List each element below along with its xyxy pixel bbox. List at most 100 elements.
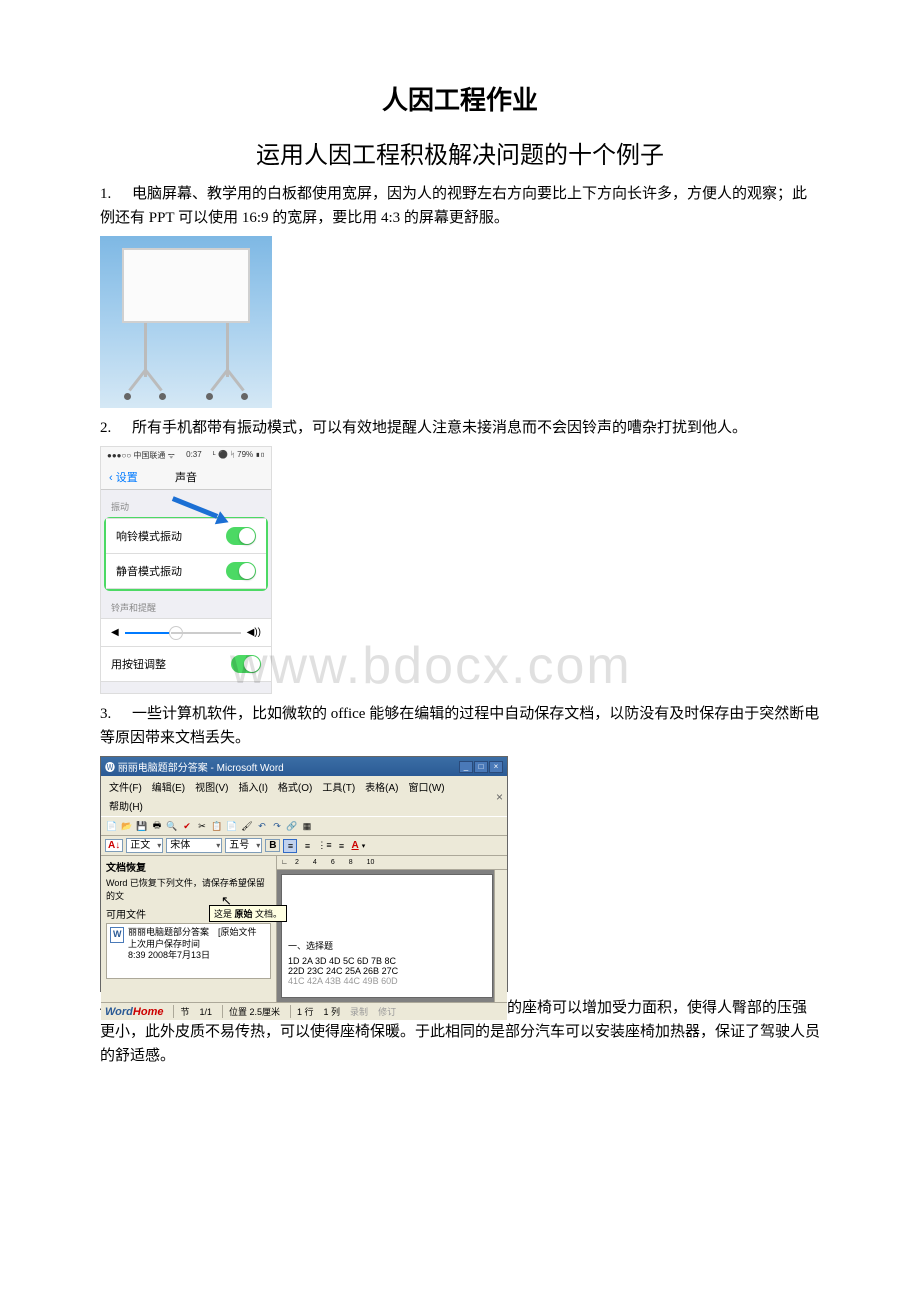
- ios-row-button-adjust[interactable]: 用按钮调整: [101, 646, 271, 682]
- word-standard-toolbar: 📄 📂 💾 🖶 🔍 ✔ ✂ 📋 📄 🖌 ↶ ↷ 🔗 ▦: [101, 816, 507, 836]
- copy-icon[interactable]: 📋: [210, 819, 224, 833]
- ios-row-silent-vibrate[interactable]: 静音模式振动: [106, 553, 266, 589]
- item-number-2: 2.: [100, 416, 132, 440]
- print-icon[interactable]: 🖶: [150, 819, 164, 833]
- ios-page-title: 声音: [101, 469, 271, 485]
- ios-label-silent: 静音模式振动: [116, 563, 182, 579]
- word-title-bar: 🅦 丽丽电脑题部分答案 - Microsoft Word _ □ ×: [101, 757, 507, 776]
- menu-edit[interactable]: 编辑(E): [148, 778, 189, 795]
- open-icon[interactable]: 📂: [120, 819, 134, 833]
- item-number-3: 3.: [100, 702, 132, 726]
- watermark-text: www.bdocx.com: [230, 636, 632, 696]
- recovery-file-saved-label: 上次用户保存时间: [128, 939, 257, 951]
- bold-button[interactable]: B: [265, 839, 280, 852]
- redo-icon[interactable]: ↷: [270, 819, 284, 833]
- toggle-icon[interactable]: [231, 655, 261, 673]
- ios-time: 0:37: [186, 450, 202, 461]
- menu-help[interactable]: 帮助(H): [105, 797, 503, 814]
- preview-icon[interactable]: 🔍: [165, 819, 179, 833]
- status-revision: 修订: [378, 1005, 396, 1018]
- toggle-icon[interactable]: [226, 527, 256, 545]
- ios-volume-slider-row[interactable]: ◀ ◀)): [101, 618, 271, 647]
- undo-icon[interactable]: ↶: [255, 819, 269, 833]
- font-dropdown[interactable]: 宋体: [166, 838, 222, 853]
- new-icon[interactable]: 📄: [105, 819, 119, 833]
- status-position: 位置 2.5厘米: [222, 1005, 280, 1018]
- word-document-page[interactable]: 一、选择题 1D 2A 3D 4D 5C 6D 7B 8C 22D 23C 24…: [281, 874, 493, 998]
- style-dropdown[interactable]: 正文: [126, 838, 163, 853]
- ios-label-ring: 响铃模式振动: [116, 528, 182, 544]
- paragraph-1: 1.电脑屏幕、教学用的白板都使用宽屏，因为人的视野左右方向要比上下方向长许多，方…: [100, 182, 820, 230]
- word-menu-bar: 文件(F) 编辑(E) 视图(V) 插入(I) 格式(O) 工具(T) 表格(A…: [101, 776, 507, 816]
- status-record: 录制: [350, 1005, 368, 1018]
- ios-label-buttons: 用按钮调整: [111, 656, 166, 672]
- item-text-1: 电脑屏幕、教学用的白板都使用宽屏，因为人的视野左右方向要比上下方向长许多，方便人…: [100, 186, 807, 226]
- list-bullet-icon[interactable]: ⋮≡: [317, 839, 331, 853]
- list-number-icon[interactable]: ≡: [334, 839, 348, 853]
- word-app-icon: 🅦: [105, 763, 115, 774]
- ios-battery: ᴸ ⚫ ᛋ 79% ▮▯: [213, 450, 265, 461]
- ios-section-ringtone: 铃声和提醒: [101, 591, 271, 618]
- table-icon[interactable]: ▦: [300, 819, 314, 833]
- item-text-3: 一些计算机软件，比如微软的 office 能够在编辑的过程中自动保存文档，以防没…: [100, 706, 819, 746]
- word-formatting-toolbar: A↓ 正文 宋体 五号 B ≡ ≡ ⋮≡ ≡ A▾: [101, 836, 507, 856]
- recovery-file-name: 丽丽电脑题部分答案 [原始文件: [128, 927, 257, 939]
- font-color-icon[interactable]: A: [351, 840, 358, 851]
- recovery-file-item[interactable]: 丽丽电脑题部分答案 [原始文件 上次用户保存时间 8:39 2008年7月13日: [106, 923, 271, 979]
- align-center-icon[interactable]: ≡: [300, 839, 314, 853]
- maximize-button[interactable]: □: [474, 761, 488, 773]
- recovery-pane-desc: Word 已恢复下列文件，请保存希望保留的文: [106, 876, 271, 902]
- spell-icon[interactable]: ✔: [180, 819, 194, 833]
- volume-slider[interactable]: [125, 632, 241, 634]
- save-icon[interactable]: 💾: [135, 819, 149, 833]
- ios-status-bar: ●●●○○ 中国联通 ᯤ 0:37 ᴸ ⚫ ᛋ 79% ▮▯: [101, 447, 271, 464]
- paragraph-2: 2.所有手机都带有振动模式，可以有效地提醒人注意未接消息而不会因铃声的嘈杂打扰到…: [100, 416, 820, 440]
- format-painter-icon[interactable]: 🖌: [240, 819, 254, 833]
- wordhome-logo: WordHome: [105, 1006, 163, 1018]
- doc-line-1: 1D 2A 3D 4D 5C 6D 7B 8C: [288, 956, 486, 966]
- minimize-button[interactable]: _: [459, 761, 473, 773]
- menu-insert[interactable]: 插入(I): [234, 778, 271, 795]
- size-dropdown[interactable]: 五号: [225, 838, 262, 853]
- status-section: 节: [173, 1005, 189, 1018]
- doc-line-2: 22D 23C 24C 25A 26B 27C: [288, 966, 486, 976]
- document-recovery-pane: 文档恢复 Word 已恢复下列文件，请保存希望保留的文 可用文件 丽丽电脑题部分…: [101, 856, 277, 1002]
- word-status-bar: WordHome 节 1/1 位置 2.5厘米 1 行 1 列 录制 修订: [101, 1002, 507, 1020]
- ios-highlighted-group: 响铃模式振动 静音模式振动: [104, 517, 268, 591]
- cut-icon[interactable]: ✂: [195, 819, 209, 833]
- menu-window[interactable]: 窗口(W): [405, 778, 449, 795]
- close-button[interactable]: ×: [489, 761, 503, 773]
- item-text-2: 所有手机都带有振动模式，可以有效地提醒人注意未接消息而不会因铃声的嘈杂打扰到他人…: [132, 420, 747, 436]
- toggle-icon[interactable]: [226, 562, 256, 580]
- link-icon[interactable]: 🔗: [285, 819, 299, 833]
- status-column: 1 列: [324, 1005, 341, 1018]
- document-title: 人因工程作业: [100, 80, 820, 117]
- word-window-screenshot: 🅦 丽丽电脑题部分答案 - Microsoft Word _ □ × 文件(F)…: [100, 756, 508, 992]
- speaker-high-icon: ◀)): [247, 627, 261, 638]
- ios-settings-screenshot: ●●●○○ 中国联通 ᯤ 0:37 ᴸ ⚫ ᛋ 79% ▮▯ ‹ 设置 声音 振…: [100, 446, 272, 694]
- align-left-icon[interactable]: ≡: [283, 839, 297, 853]
- whiteboard-board: [122, 248, 250, 323]
- whiteboard-illustration: [100, 236, 272, 408]
- vertical-scrollbar[interactable]: [494, 870, 507, 1002]
- doc-heading: 一、选择题: [288, 939, 486, 952]
- paste-icon[interactable]: 📄: [225, 819, 239, 833]
- whiteboard-base-right: [204, 370, 250, 398]
- document-subtitle: 运用人因工程积极解决问题的十个例子: [100, 135, 820, 170]
- item-number-1: 1.: [100, 182, 132, 206]
- menu-tools[interactable]: 工具(T): [318, 778, 359, 795]
- annotation-arrow: [171, 497, 231, 527]
- menu-file[interactable]: 文件(F): [105, 778, 146, 795]
- speaker-low-icon: ◀: [111, 627, 119, 638]
- style-icon[interactable]: A↓: [105, 839, 123, 852]
- menu-table[interactable]: 表格(A): [361, 778, 402, 795]
- cursor-icon: ↖: [221, 893, 232, 909]
- word-window-title: 丽丽电脑题部分答案 - Microsoft Word: [118, 763, 284, 774]
- status-line: 1 行: [290, 1005, 314, 1018]
- doc-close-button[interactable]: ×: [496, 790, 503, 804]
- menu-format[interactable]: 格式(O): [274, 778, 316, 795]
- menu-view[interactable]: 视图(V): [191, 778, 232, 795]
- status-page: 1/1: [199, 1007, 212, 1017]
- word-doc-icon: [110, 927, 124, 943]
- doc-line-3: 41C 42A 43B 44C 49B 60D: [288, 976, 486, 986]
